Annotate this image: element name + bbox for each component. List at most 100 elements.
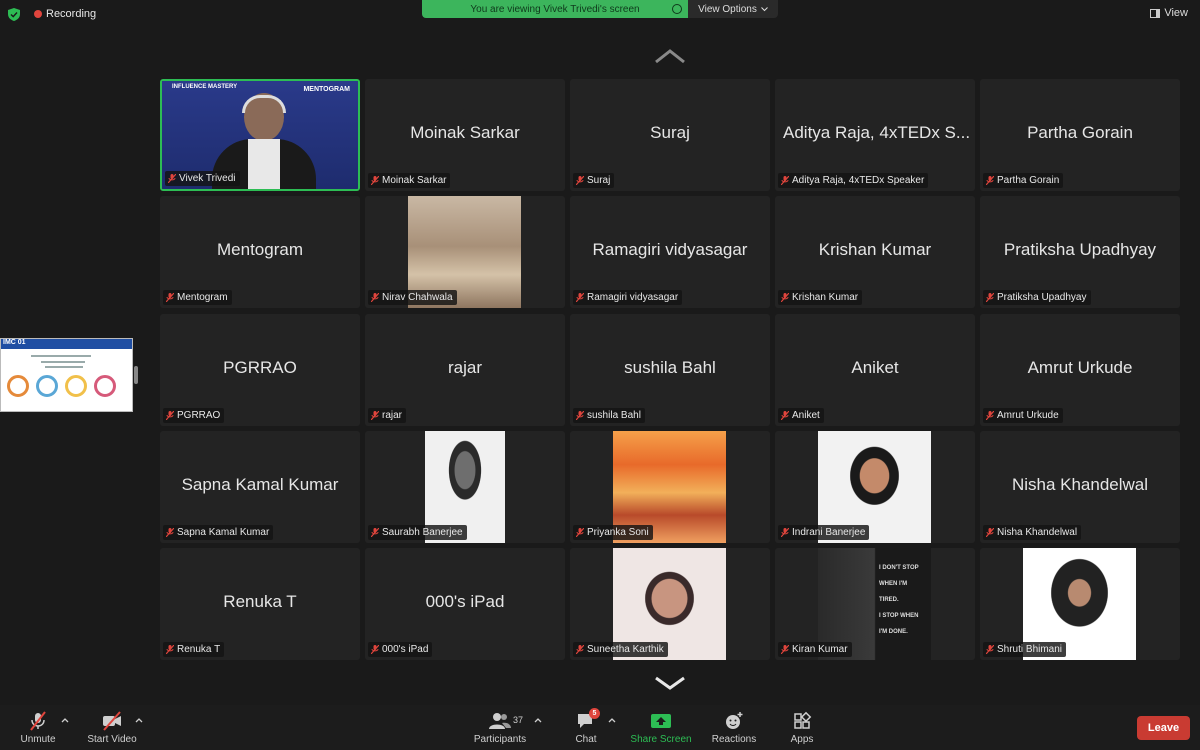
participant-tile[interactable]: Ramagiri vidyasagar Ramagiri vidyasagar [570,196,770,308]
muted-mic-icon [576,645,584,654]
participant-tile[interactable]: Mentogram Mentogram [160,196,360,308]
participant-name: Aditya Raja, 4xTEDx Speaker [792,175,925,186]
unmute-button[interactable]: Unmute [14,705,62,750]
recording-indicator[interactable]: Recording [34,8,96,20]
participant-name-label: Moinak Sarkar [368,173,451,188]
participant-tile[interactable]: Aditya Raja, 4xTEDx S... Aditya Raja, 4xT… [775,79,975,191]
participant-tile[interactable]: Renuka T Renuka T [160,548,360,660]
muted-mic-icon [986,411,994,420]
participant-tile[interactable]: Moinak Sarkar Moinak Sarkar [365,79,565,191]
participant-name-label: sushila Bahl [573,408,645,423]
share-screen-button[interactable]: Share Screen [626,705,696,750]
share-screen-icon [651,714,671,728]
viewing-banner: You are viewing Vivek Trivedi's screen [422,0,688,18]
speaker-shirt [248,139,280,189]
participant-name: Sapna Kamal Kumar [177,527,270,538]
participant-display-name: Aditya Raja, 4xTEDx S... [783,123,971,142]
participant-name: Ramagiri vidyasagar [587,292,679,303]
participant-name-label: Saurabh Banerjee [368,525,467,540]
poster-line: WHEN I'M [879,581,908,587]
thumb-circle [94,375,116,397]
stop-share-icon[interactable] [672,4,682,14]
security-shield-icon[interactable] [8,8,20,21]
start-video-button[interactable]: Start Video [84,705,140,750]
participant-name: Nisha Khandelwal [997,527,1078,538]
participant-name-label: Suraj [573,173,615,188]
participant-tile[interactable]: Aniket Aniket [775,314,975,426]
shared-screen-thumbnail[interactable]: IMC 01 [0,338,133,412]
participant-name-label: PGRRAO [163,408,225,423]
participant-tile[interactable]: PGRRAO PGRRAO [160,314,360,426]
page-up-chevron-icon[interactable] [654,48,686,64]
participant-tile[interactable]: Saurabh Banerjee [365,431,565,543]
thumbnail-resize-handle[interactable] [134,366,138,384]
muted-mic-icon [781,645,789,654]
thumbnail-header: IMC 01 [1,339,132,349]
participant-tile[interactable]: I DON'T STOP WHEN I'M TIRED. I STOP WHEN I'M… [775,548,975,660]
participant-display-name: Renuka T [223,592,297,611]
participant-tile[interactable]: Nisha Khandelwal Nisha Khandelwal [980,431,1180,543]
participant-display-name: rajar [447,358,482,377]
muted-mic-icon [371,645,379,654]
audio-options-caret-icon[interactable] [61,717,69,723]
participant-name-label: Amrut Urkude [983,408,1063,423]
apps-button[interactable]: Apps [782,705,822,750]
participant-name: Renuka T [177,644,221,655]
participant-tile[interactable]: Sapna Kamal Kumar Sapna Kamal Kumar [160,431,360,543]
participant-tile[interactable]: Suneetha Karthik [570,548,770,660]
participant-tile[interactable]: Suraj Suraj [570,79,770,191]
muted-mic-icon [781,293,789,302]
participant-name: Shruti Bhimani [997,644,1063,655]
thumb-line [45,366,83,368]
participant-name: Vivek Trivedi [179,173,236,184]
poster-line: I'M DONE. [879,629,908,635]
participant-tile[interactable]: Pratiksha Upadhyay Pratiksha Upadhyay [980,196,1180,308]
participant-display-name: Partha Gorain [1027,123,1133,142]
participant-tile[interactable]: 000's iPad 000's iPad [365,548,565,660]
muted-mic-icon [781,411,789,420]
participant-name-label: Mentogram [163,290,232,305]
participant-name-label: Shruti Bhimani [983,642,1067,657]
participants-options-caret-icon[interactable] [534,717,542,723]
muted-mic-icon [371,411,379,420]
chat-unread-badge: 5 [589,708,600,719]
participant-tile[interactable]: Krishan Kumar Krishan Kumar [775,196,975,308]
view-button[interactable]: View [1150,7,1188,19]
participant-tile[interactable]: sushila Bahl sushila Bahl [570,314,770,426]
page-down-chevron-icon[interactable] [654,675,686,691]
overlay-text-right: MENTOGRAM [303,86,350,93]
participant-tile[interactable]: Amrut Urkude Amrut Urkude [980,314,1180,426]
video-options-caret-icon[interactable] [135,717,143,723]
participant-tile[interactable]: Indrani Banerjee [775,431,975,543]
reactions-button[interactable]: Reactions [708,705,760,750]
view-options-button[interactable]: View Options [688,0,778,18]
muted-mic-icon [576,176,584,185]
muted-mic-icon [986,176,994,185]
participant-name: Pratiksha Upadhyay [997,292,1087,303]
chat-label: Chat [575,734,597,745]
participant-tile[interactable]: rajar rajar [365,314,565,426]
participant-display-name: Moinak Sarkar [410,123,520,142]
participant-display-name: Nisha Khandelwal [1011,475,1149,494]
participant-display-name: Amrut Urkude [1027,358,1133,377]
participant-tile[interactable]: Nirav Chahwala [365,196,565,308]
overlay-text-left: INFLUENCE MASTERY [172,84,238,90]
muted-microphone-icon [30,711,46,731]
thumb-circle [65,375,87,397]
participant-display-name: Sapna Kamal Kumar [181,475,339,494]
participant-name-label: Krishan Kumar [778,290,863,305]
participant-name: Suraj [587,175,611,186]
chat-options-caret-icon[interactable] [608,717,616,723]
muted-mic-icon [986,293,994,302]
thumb-line [41,361,85,363]
participant-tile[interactable]: Shruti Bhimani [980,548,1180,660]
participant-tile[interactable]: Priyanka Soni [570,431,770,543]
participant-display-name: Suraj [650,123,690,142]
leave-button[interactable]: Leave [1137,716,1190,740]
thumb-line [31,355,91,357]
participant-display-name: Aniket [851,358,899,377]
participants-count: 37 [513,715,524,725]
participant-tile[interactable]: INFLUENCE MASTERY MENTOGRAM Vivek Trivedi [160,79,360,191]
participant-tile[interactable]: Partha Gorain Partha Gorain [980,79,1180,191]
participants-button[interactable]: Participants [470,705,530,750]
